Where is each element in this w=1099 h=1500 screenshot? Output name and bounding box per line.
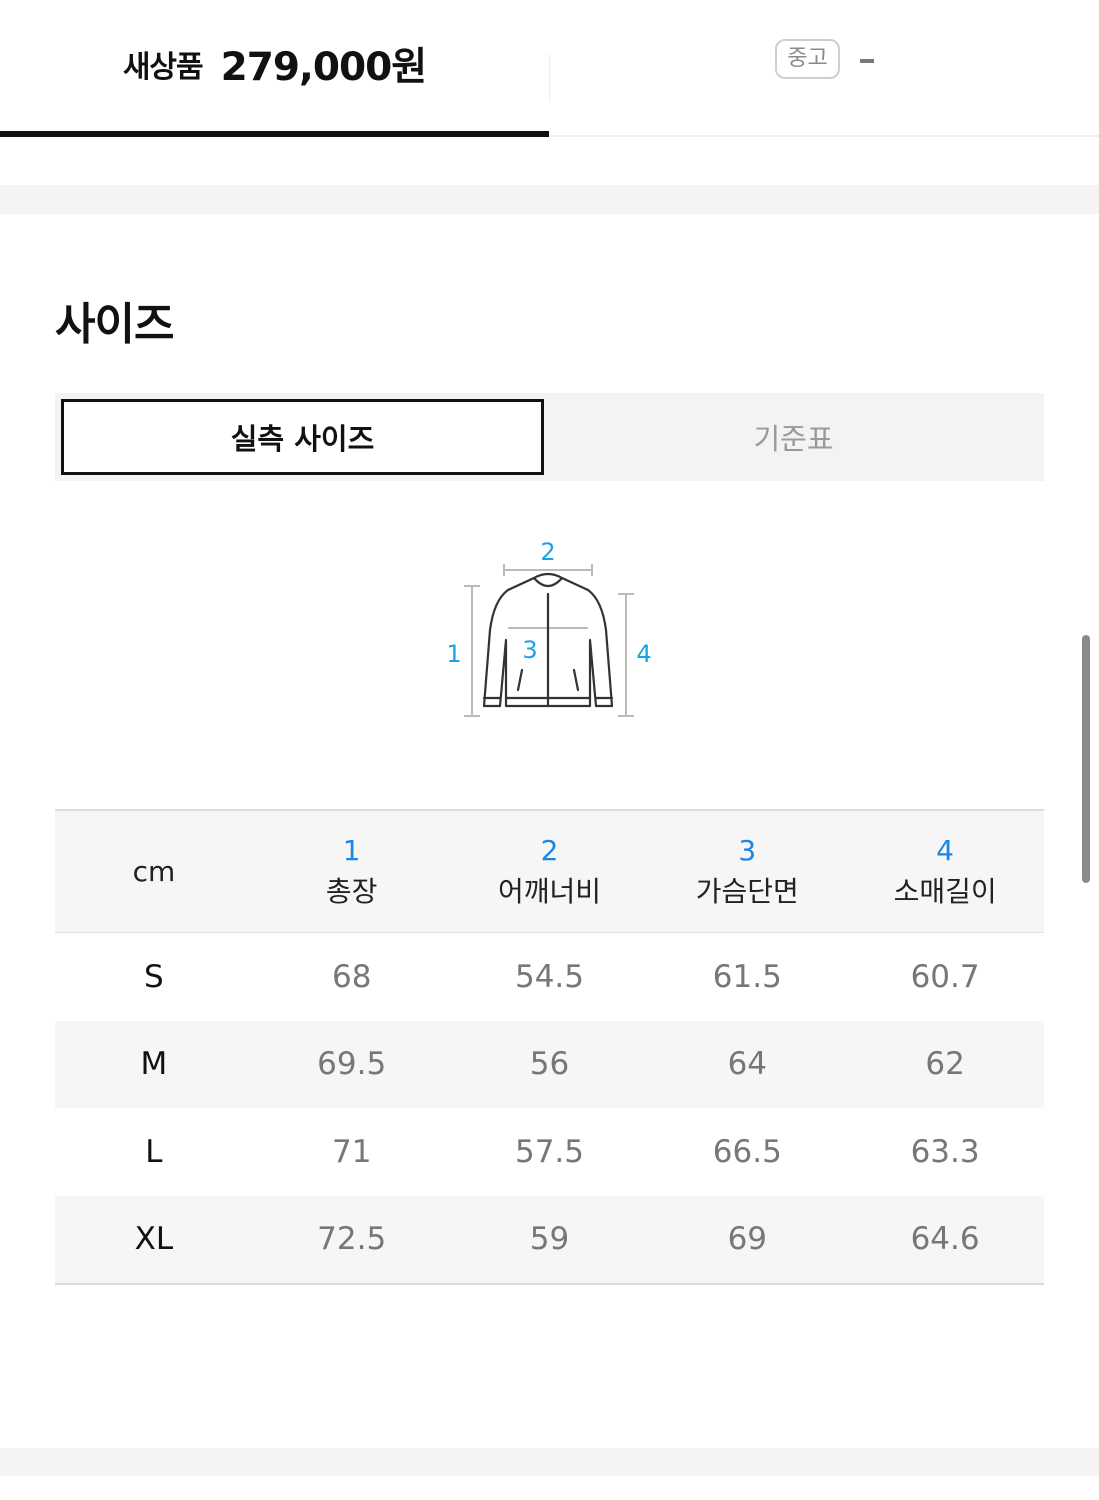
table-cell: 57.5 bbox=[514, 1133, 584, 1170]
new-price-label: 새상품 bbox=[122, 49, 204, 85]
table-cell: 72.5 bbox=[317, 1221, 387, 1258]
diagram-label-3: 3 bbox=[522, 636, 537, 664]
unit-label: cm bbox=[132, 855, 176, 888]
size-label: L bbox=[145, 1133, 163, 1170]
table-cell: 61.5 bbox=[712, 958, 782, 995]
col-name: 가슴단면 bbox=[695, 874, 799, 908]
table-cell: 66.5 bbox=[712, 1133, 782, 1170]
table-row: S 68 54.5 61.5 60.7 bbox=[55, 933, 1044, 1021]
new-price-value: 279,000원 bbox=[220, 44, 428, 90]
diagram-label-2: 2 bbox=[540, 538, 555, 566]
table-row: M 69.5 56 64 62 bbox=[55, 1020, 1044, 1108]
col-number: 4 bbox=[936, 833, 954, 867]
table-cell: 62 bbox=[925, 1046, 965, 1083]
active-tab-underline bbox=[0, 131, 549, 137]
table-cell: 69.5 bbox=[317, 1046, 387, 1083]
section-divider-bottom bbox=[0, 1448, 1099, 1476]
table-cell: 60.7 bbox=[910, 958, 980, 995]
col-name: 소매길이 bbox=[893, 874, 997, 908]
table-row: L 71 57.5 66.5 63.3 bbox=[55, 1108, 1044, 1196]
inactive-tab-underline bbox=[550, 135, 1099, 137]
table-cell: 71 bbox=[331, 1133, 372, 1170]
price-tabs: 새상품 279,000원 중고 - bbox=[0, 0, 1099, 137]
used-price-dash: - bbox=[859, 58, 874, 63]
col-number: 1 bbox=[342, 833, 361, 867]
header-col-4: 4 소매길이 bbox=[846, 811, 1044, 932]
header-unit: cm bbox=[55, 811, 253, 932]
tab-new-price[interactable]: 새상품 279,000원 bbox=[0, 0, 549, 137]
size-label: XL bbox=[134, 1221, 174, 1258]
table-cell: 56 bbox=[529, 1046, 570, 1083]
table-row: XL 72.5 59 69 64.6 bbox=[55, 1195, 1044, 1283]
tab-size-chart[interactable]: 기준표 bbox=[549, 399, 1038, 475]
table-header-row: cm 1 총장 2 어깨너비 3 가슴단면 4 소매길이 bbox=[55, 811, 1044, 933]
jacket-measurement-diagram: 2 1 3 4 bbox=[446, 538, 652, 717]
table-cell: 54.5 bbox=[514, 958, 584, 995]
product-size-page: 새상품 279,000원 중고 - 사이즈 실측 사이즈 기준표 bbox=[0, 0, 1099, 1500]
section-divider bbox=[0, 185, 1099, 214]
size-label: M bbox=[140, 1046, 168, 1083]
size-label: S bbox=[144, 958, 164, 995]
header-col-3: 3 가슴단면 bbox=[648, 811, 846, 932]
col-number: 2 bbox=[540, 833, 559, 867]
used-badge: 중고 bbox=[775, 38, 840, 79]
scrollbar[interactable] bbox=[1082, 635, 1090, 883]
size-table: cm 1 총장 2 어깨너비 3 가슴단면 4 소매길이 S 68 54.5 6… bbox=[55, 809, 1044, 1285]
table-cell: 63.3 bbox=[910, 1133, 980, 1170]
size-tabs: 실측 사이즈 기준표 bbox=[55, 393, 1044, 481]
diagram-label-1: 1 bbox=[446, 640, 461, 668]
tab-used-price[interactable]: 중고 - bbox=[550, 0, 1099, 137]
table-cell: 69 bbox=[727, 1221, 768, 1258]
table-cell: 68 bbox=[331, 958, 372, 995]
table-cell: 64 bbox=[727, 1046, 768, 1083]
col-name: 어깨너비 bbox=[497, 874, 602, 908]
table-cell: 64.6 bbox=[910, 1221, 980, 1258]
table-cell: 59 bbox=[529, 1221, 570, 1258]
size-section-title: 사이즈 bbox=[55, 299, 174, 350]
tab-actual-size[interactable]: 실측 사이즈 bbox=[61, 399, 544, 475]
col-number: 3 bbox=[738, 833, 757, 867]
col-name: 총장 bbox=[325, 874, 378, 908]
header-col-1: 1 총장 bbox=[253, 811, 451, 932]
diagram-label-4: 4 bbox=[636, 640, 651, 668]
header-col-2: 2 어깨너비 bbox=[451, 811, 649, 932]
